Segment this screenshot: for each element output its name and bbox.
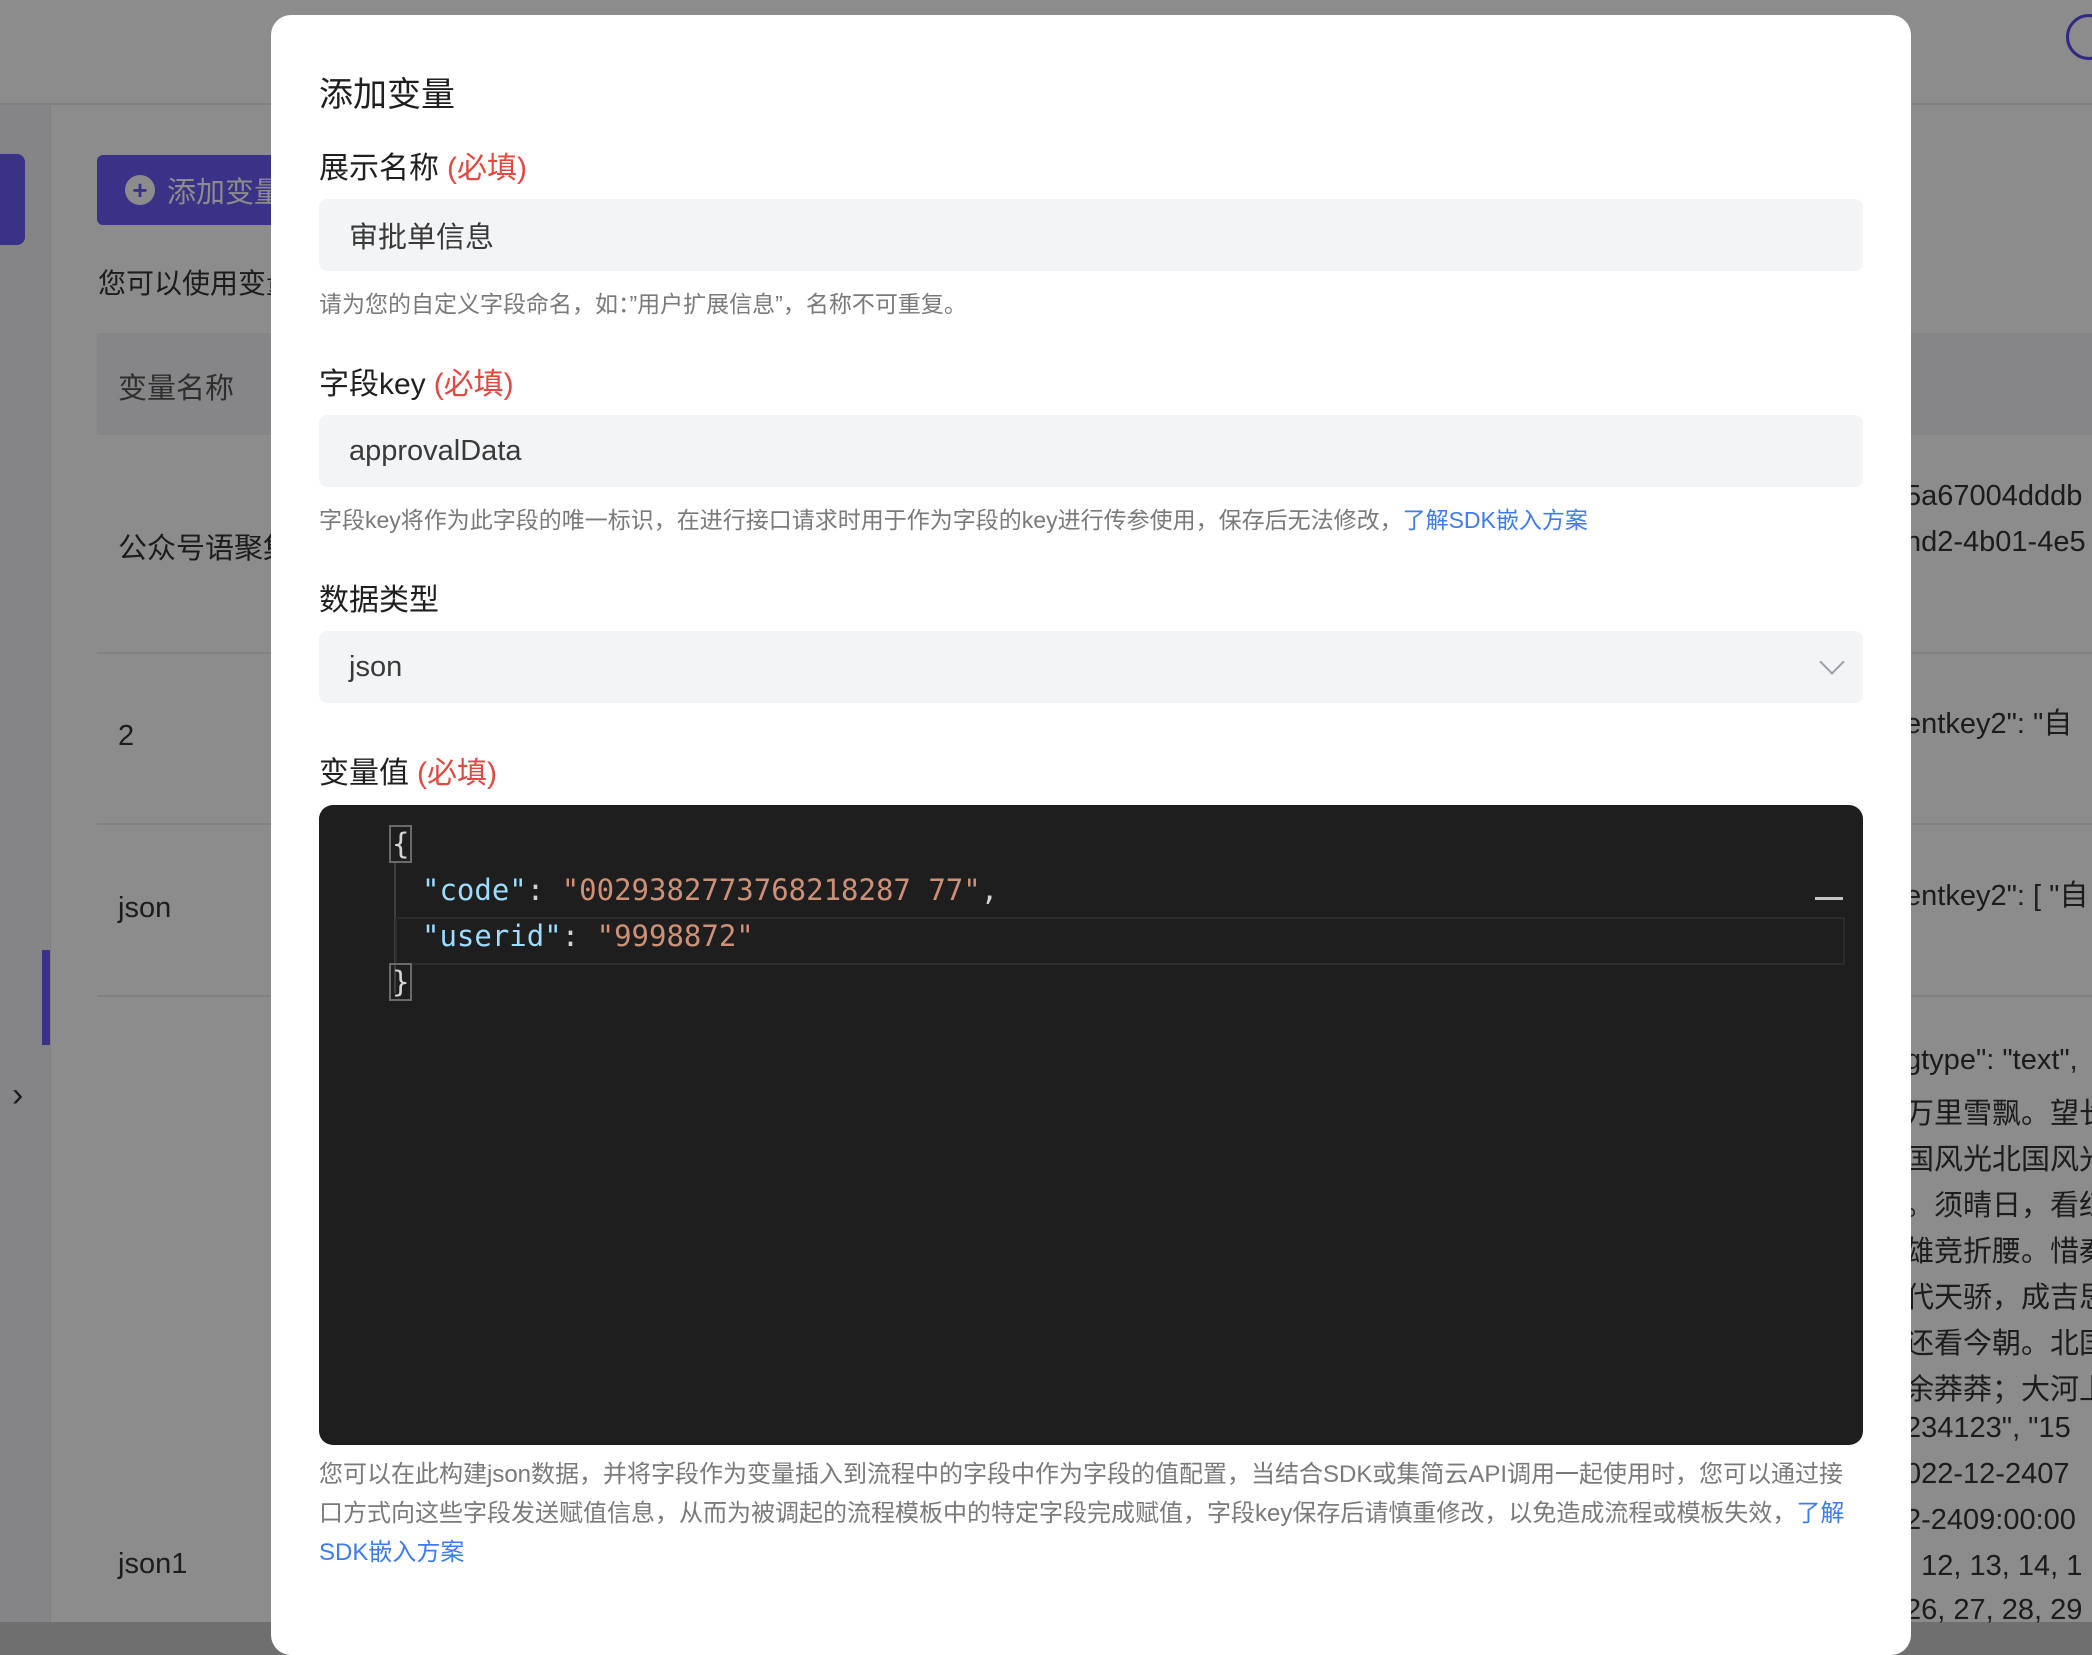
display-name-input[interactable]: 审批单信息	[319, 199, 1863, 271]
variable-value-label-text: 变量值	[319, 757, 409, 790]
required-mark: (必填)	[447, 152, 527, 185]
code-line: {	[389, 825, 413, 863]
field-key-label: 字段key (必填)	[319, 359, 514, 403]
data-type-value: json	[349, 650, 403, 683]
open-brace: {	[389, 825, 413, 863]
data-type-select[interactable]: json	[319, 631, 1863, 703]
field-key-help-text: 字段key将作为此字段的唯一标识，在进行接口请求时用于作为字段的key进行传参使…	[319, 507, 1403, 533]
json-key: "code"	[422, 873, 527, 907]
sdk-embed-link[interactable]: 了解SDK嵌入方案	[1403, 507, 1588, 533]
variable-value-description-text: 您可以在此构建json数据，并将字段作为变量插入到流程中的字段中作为字段的值配置…	[319, 1461, 1844, 1527]
add-variable-dialog: 添加变量 展示名称 (必填) 审批单信息 请为您的自定义字段命名，如：”用户扩展信…	[271, 15, 1911, 1655]
code-line: }	[389, 963, 413, 1001]
json-code-editor[interactable]: { "code": "0029382773768218287 77", "use…	[319, 805, 1863, 1445]
dialog-title: 添加变量	[319, 76, 455, 114]
field-key-label-text: 字段key	[319, 368, 426, 401]
chevron-down-icon	[1819, 649, 1845, 675]
close-brace: }	[389, 963, 413, 1001]
code-line: "userid": "9998872"	[422, 919, 754, 953]
json-key: "userid"	[422, 919, 562, 953]
variable-value-label: 变量值 (必填)	[319, 748, 497, 792]
display-name-label: 展示名称 (必填)	[319, 143, 527, 187]
field-key-help: 字段key将作为此字段的唯一标识，在进行接口请求时用于作为字段的key进行传参使…	[319, 501, 1588, 540]
fold-icon[interactable]	[1815, 897, 1843, 900]
field-key-value: approvalData	[349, 434, 522, 467]
display-name-label-text: 展示名称	[319, 152, 439, 185]
variable-value-description: 您可以在此构建json数据，并将字段作为变量插入到流程中的字段中作为字段的值配置…	[319, 1455, 1863, 1572]
required-mark: (必填)	[433, 368, 514, 401]
json-value: "9998872"	[596, 919, 754, 953]
field-key-input[interactable]: approvalData	[319, 415, 1863, 487]
code-line: "code": "0029382773768218287 77",	[422, 873, 999, 907]
display-name-value: 审批单信息	[349, 222, 495, 254]
required-mark: (必填)	[417, 757, 497, 790]
json-value: "0029382773768218287 77"	[561, 873, 981, 907]
display-name-help: 请为您的自定义字段命名，如：”用户扩展信息”，名称不可重复。	[319, 291, 967, 317]
data-type-label: 数据类型	[319, 584, 439, 617]
